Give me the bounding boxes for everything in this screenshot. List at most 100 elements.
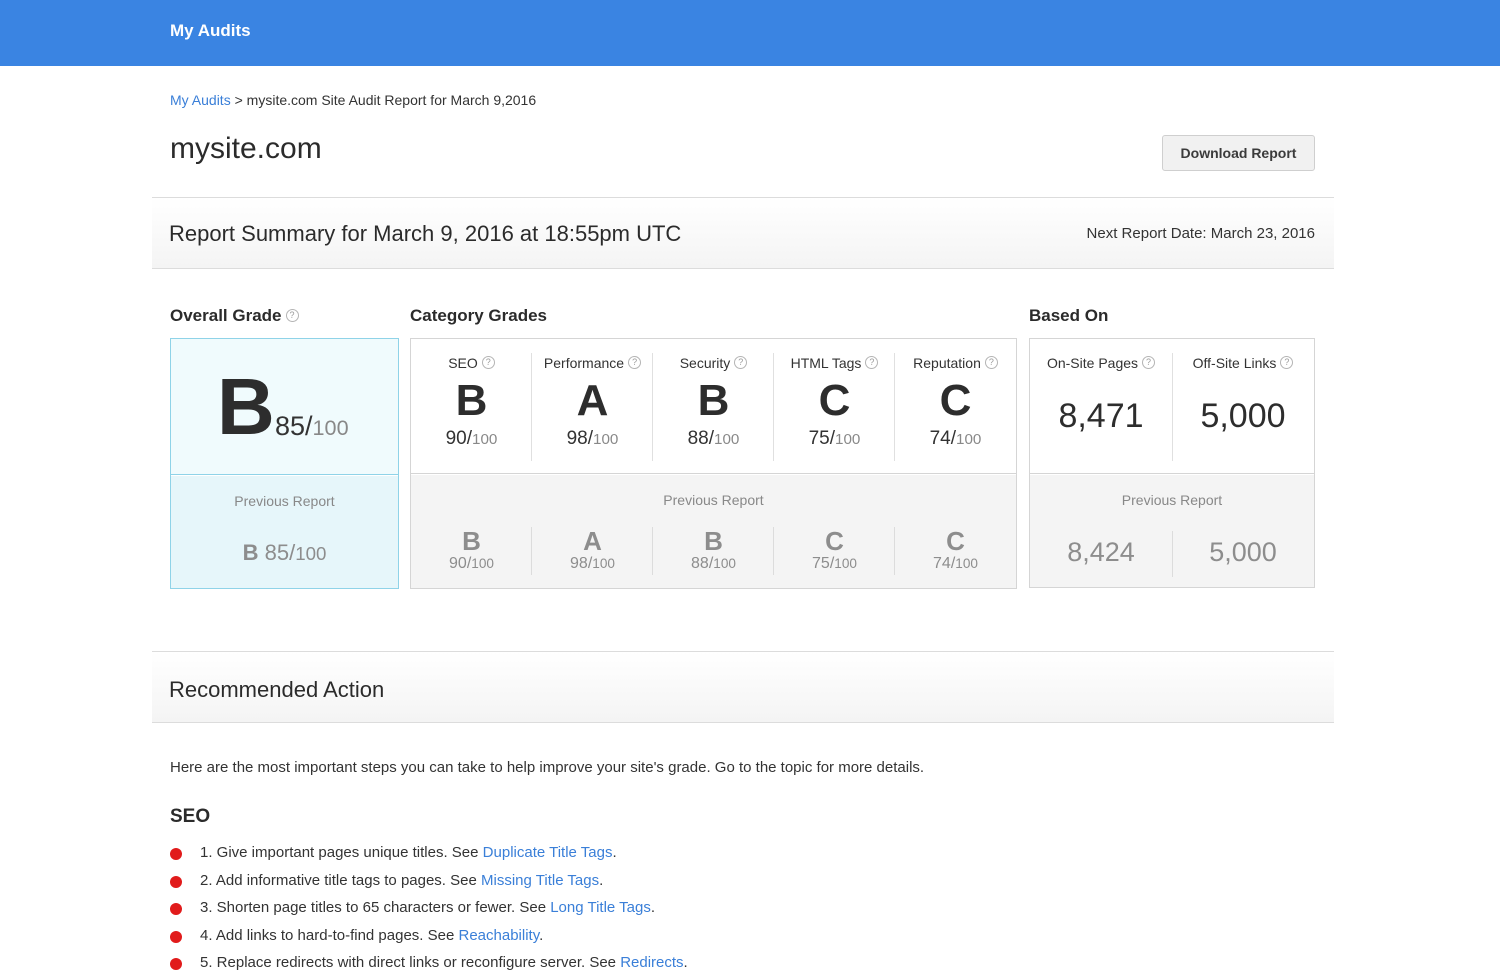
breadcrumb-current: mysite.com Site Audit Report for March 9…: [246, 92, 537, 108]
category-score-value: 98/: [566, 428, 594, 449]
duplicate-title-tags-link[interactable]: Duplicate Title Tags: [483, 844, 613, 861]
category-name-text: SEO: [448, 355, 478, 371]
list-item: 5. Replace redirects with direct links o…: [170, 954, 688, 980]
previous-report-label: Previous Report: [1121, 492, 1223, 508]
category-score-value: 75/: [808, 428, 836, 449]
category-grade-letter: B: [455, 376, 488, 425]
action-end: .: [612, 844, 617, 861]
help-icon[interactable]: ?: [1142, 356, 1156, 369]
help-icon[interactable]: ?: [285, 309, 299, 322]
seo-section-heading: SEO: [170, 806, 211, 827]
category-grade-letter: C: [939, 376, 972, 425]
previous-score: 74/100: [895, 555, 1016, 573]
help-icon[interactable]: ?: [734, 356, 748, 369]
overall-grade-label-text: Overall Grade: [170, 306, 282, 325]
category-name: SEO?: [411, 355, 532, 371]
previous-score: 90/100: [411, 555, 532, 573]
long-title-tags-link[interactable]: Long Title Tags: [550, 899, 651, 916]
help-icon[interactable]: ?: [865, 356, 879, 369]
previous-score-value: 98/: [570, 555, 593, 572]
list-item: 2. Add informative title tags to pages. …: [170, 872, 688, 900]
category-score-denominator: 100: [714, 431, 740, 448]
bullet-dot: [170, 903, 182, 915]
action-end: .: [599, 871, 604, 889]
overall-score-value: 85/: [275, 411, 313, 441]
recommended-intro: Here are the most important steps you ca…: [170, 759, 925, 776]
previous-category-seo: B 90/100: [411, 527, 532, 583]
seo-action-list: 1. Give important pages unique titles. S…: [170, 844, 688, 980]
previous-grade-letter: C: [946, 526, 965, 556]
redirects-link[interactable]: Redirects: [620, 954, 683, 971]
previous-off-site-links: 5,000: [1209, 537, 1277, 567]
previous-score-denominator: 100: [471, 556, 494, 571]
category-seo: SEO? B 90/100: [411, 351, 532, 463]
help-icon[interactable]: ?: [628, 356, 642, 369]
category-score: 90/100: [411, 428, 532, 450]
based-on-label: Based On: [1029, 306, 1109, 325]
app-title[interactable]: My Audits: [170, 21, 251, 41]
based-on-previous: Previous Report 8,424 5,000: [1030, 475, 1314, 587]
category-name-text: HTML Tags: [790, 355, 862, 371]
category-grades-label: Category Grades: [410, 306, 547, 325]
category-performance: Performance? A 98/100: [532, 351, 653, 463]
top-bar: My Audits: [0, 0, 1500, 66]
metric-name-text: On-Site Pages: [1046, 355, 1139, 371]
overall-previous-value: B 85/100: [171, 540, 398, 566]
recommended-action-title: Recommended Action: [169, 677, 385, 702]
category-name: HTML Tags?: [774, 355, 895, 371]
recommended-action-header: Recommended Action: [152, 651, 1334, 723]
overall-previous-grade: B: [242, 540, 259, 565]
reachability-link[interactable]: Reachability: [459, 927, 540, 944]
previous-grade-letter: C: [825, 526, 844, 556]
category-score-value: 74/: [929, 428, 957, 449]
category-grade-letter: A: [576, 376, 609, 425]
previous-score-value: 88/: [691, 555, 714, 572]
action-text: 1. Give important pages unique titles. S…: [200, 844, 483, 861]
help-icon[interactable]: ?: [984, 356, 998, 369]
action-text: 4. Add links to hard-to-find pages. See: [200, 926, 459, 944]
previous-report-label: Previous Report: [234, 493, 335, 509]
previous-category-reputation: C 74/100: [895, 527, 1016, 583]
bullet-dot: [170, 958, 182, 970]
overall-previous-denominator: 100: [295, 543, 327, 564]
metric-name: Off-Site Links?: [1172, 355, 1314, 371]
previous-report-label: Previous Report: [663, 492, 764, 508]
off-site-links: Off-Site Links? 5,000: [1172, 351, 1314, 436]
previous-category-performance: A 98/100: [532, 527, 653, 583]
action-end: .: [683, 954, 688, 971]
help-icon[interactable]: ?: [1280, 356, 1294, 369]
on-site-pages: On-Site Pages? 8,471: [1030, 351, 1172, 436]
overall-grade-card: B 85/100 Previous Report B 85/100: [170, 338, 399, 589]
report-summary-header: Report Summary for March 9, 2016 at 18:5…: [152, 197, 1334, 269]
previous-grade-letter: B: [704, 526, 723, 556]
list-item: 4. Add links to hard-to-find pages. See …: [170, 927, 688, 955]
category-security: Security? B 88/100: [653, 351, 774, 463]
overall-grade-letter: B: [217, 362, 275, 451]
category-grade-letter: C: [818, 376, 851, 425]
category-score: 98/100: [532, 428, 653, 450]
category-grades-previous: Previous Report B 90/100 A 98/100 B 88/1…: [411, 475, 1016, 588]
action-end: .: [539, 926, 544, 944]
list-item: 3. Shorten page titles to 65 characters …: [170, 899, 688, 927]
action-text: 3. Shorten page titles to 65 characters …: [200, 899, 551, 916]
previous-score-denominator: 100: [955, 556, 978, 571]
category-score-denominator: 100: [472, 431, 498, 448]
category-name: Security?: [653, 355, 774, 371]
metric-name-text: Off-Site Links: [1192, 355, 1277, 371]
overall-grade-label: Overall Grade?: [170, 306, 299, 326]
category-grades-card: SEO? B 90/100 Performance? A 98/100 Secu…: [410, 338, 1017, 589]
category-score-denominator: 100: [593, 431, 619, 448]
breadcrumb-separator: >: [234, 92, 243, 108]
breadcrumb-my-audits-link[interactable]: My Audits: [170, 92, 231, 108]
previous-score-value: 75/: [812, 555, 835, 572]
previous-score-value: 90/: [449, 555, 472, 572]
previous-score: 75/100: [774, 555, 895, 573]
previous-on-site-pages: 8,424: [1067, 537, 1135, 567]
category-html-tags: HTML Tags? C 75/100: [774, 351, 895, 463]
bullet-dot: [170, 875, 182, 888]
help-icon[interactable]: ?: [481, 356, 495, 369]
category-score-value: 90/: [445, 428, 473, 449]
category-name-text: Performance: [543, 355, 625, 371]
missing-title-tags-link[interactable]: Missing Title Tags: [481, 872, 599, 889]
download-report-button[interactable]: Download Report: [1162, 135, 1315, 171]
